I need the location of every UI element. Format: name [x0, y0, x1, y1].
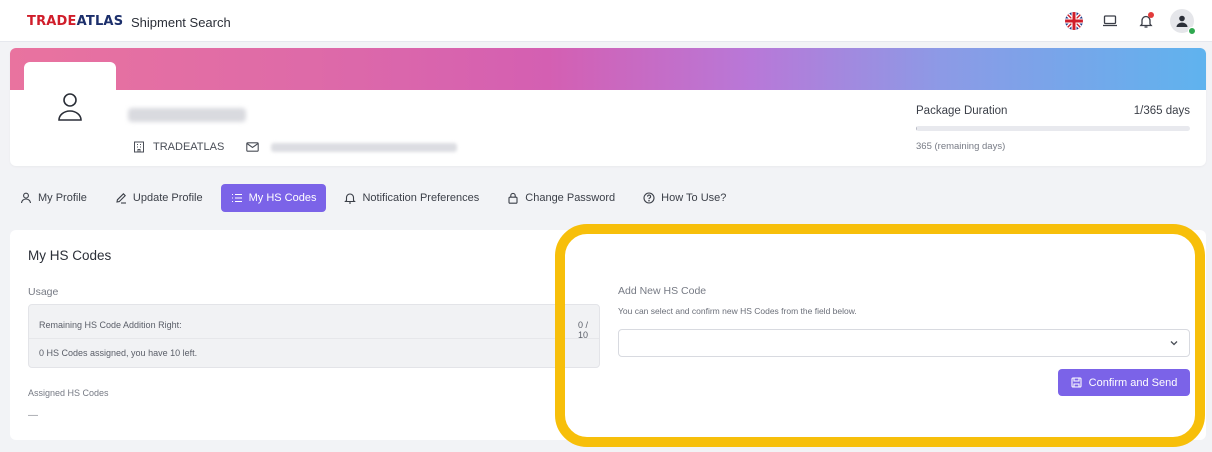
- tab-label: My Profile: [38, 192, 87, 204]
- list-icon: [231, 193, 242, 203]
- tab-label: My HS Codes: [248, 192, 317, 204]
- hs-codes-card: My HS Codes Usage Remaining HS Code Addi…: [10, 230, 1206, 440]
- add-hs-code-label: Add New HS Code: [618, 285, 707, 297]
- package-duration-label: Package Duration: [916, 105, 1008, 117]
- tab-notification-preferences[interactable]: Notification Preferences: [334, 184, 489, 212]
- tab-label: Change Password: [525, 192, 616, 204]
- tab-label: How To Use?: [661, 192, 727, 204]
- laptop-icon[interactable]: [1098, 9, 1122, 33]
- remaining-days: 365 (remaining days): [916, 141, 1006, 152]
- confirm-button-label: Confirm and Send: [1088, 376, 1178, 389]
- user-name-redacted: [128, 108, 246, 122]
- tab-update-profile[interactable]: Update Profile: [105, 184, 213, 212]
- chevron-down-icon: [1170, 341, 1178, 346]
- bell-icon: [344, 193, 357, 204]
- hs-code-select[interactable]: [618, 329, 1190, 357]
- building-icon: [134, 141, 144, 153]
- brand-logo-part1: TRADE: [27, 14, 77, 29]
- tab-change-password[interactable]: Change Password: [497, 184, 625, 212]
- profile-tabs: My Profile Update Profile My HS Codes No…: [20, 184, 744, 212]
- assigned-hs-codes-label: Assigned HS Codes: [28, 388, 109, 398]
- edit-icon: [116, 193, 126, 204]
- brand-logo[interactable]: TRADEATLAS: [27, 14, 123, 29]
- usage-divider: [29, 338, 599, 339]
- profile-avatar: [24, 62, 116, 166]
- usage-label: Usage: [28, 286, 59, 298]
- remaining-count: 0 / 10: [578, 320, 589, 340]
- section-title: My HS Codes: [28, 248, 112, 263]
- tab-how-to-use[interactable]: How To Use?: [633, 184, 736, 212]
- organization-row: TRADEATLAS: [133, 141, 458, 153]
- app-title[interactable]: Shipment Search: [131, 15, 231, 30]
- mail-icon: [246, 142, 260, 152]
- help-icon: [643, 192, 655, 204]
- tab-my-hs-codes[interactable]: My HS Codes: [220, 184, 327, 212]
- package-duration-value: 1/365 days: [1133, 105, 1190, 117]
- bell-icon[interactable]: [1134, 9, 1158, 33]
- lock-icon: [508, 192, 518, 204]
- user-avatar-icon[interactable]: [1170, 9, 1196, 35]
- email-redacted: [271, 142, 458, 152]
- package-progress-bar: [916, 126, 1190, 131]
- add-hs-code-description: You can select and confirm new HS Codes …: [618, 306, 857, 316]
- package-progress-fill: [916, 126, 918, 131]
- top-icons: [1062, 9, 1196, 35]
- confirm-and-send-button[interactable]: Confirm and Send: [1058, 369, 1190, 396]
- tab-my-profile[interactable]: My Profile: [12, 184, 97, 212]
- tab-label: Update Profile: [132, 192, 203, 204]
- brand-logo-part2: ATLAS: [76, 14, 124, 29]
- uk-flag-icon[interactable]: [1062, 9, 1086, 33]
- profile-card: TRADEATLAS Package Duration 1/365 days 3…: [10, 48, 1206, 166]
- tab-label: Notification Preferences: [362, 192, 480, 204]
- package-duration: Package Duration 1/365 days 365 (remaini…: [916, 105, 1190, 152]
- top-bar: TRADEATLAS Shipment Search: [0, 0, 1212, 42]
- user-icon: [58, 93, 82, 121]
- person-icon: [20, 192, 32, 204]
- usage-box: Remaining HS Code Addition Right: 0 / 10…: [28, 304, 600, 368]
- assigned-hs-codes-value: —: [28, 410, 38, 421]
- notification-dot: [1148, 12, 1154, 18]
- online-status-dot: [1188, 27, 1196, 35]
- assigned-summary: 0 HS Codes assigned, you have 10 left.: [39, 348, 198, 358]
- save-icon: [1071, 377, 1082, 388]
- profile-banner: [10, 48, 1206, 90]
- organization-name: TRADEATLAS: [153, 141, 225, 153]
- remaining-label: Remaining HS Code Addition Right:: [39, 320, 182, 330]
